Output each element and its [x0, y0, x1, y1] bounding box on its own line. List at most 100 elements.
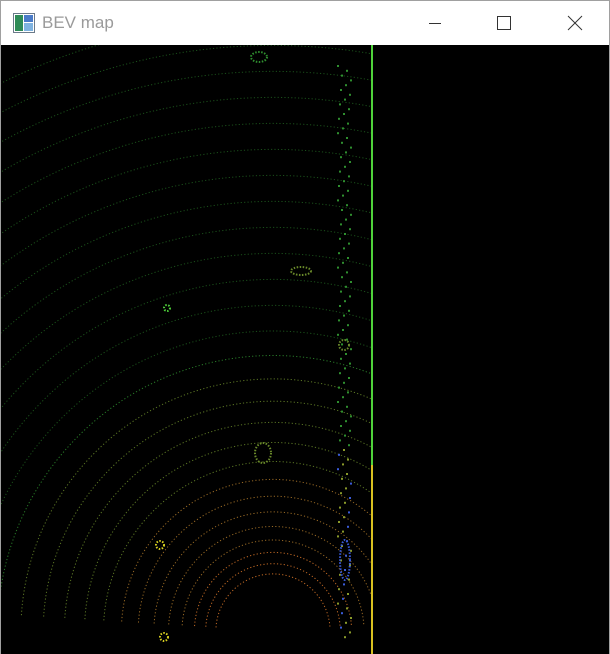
maximize-icon	[497, 16, 511, 30]
roadside-point	[338, 117, 340, 120]
roadside-point	[348, 444, 350, 447]
close-icon	[567, 15, 583, 31]
roadside-point	[343, 314, 345, 317]
roadside-point	[350, 213, 352, 216]
roadside-point	[346, 271, 348, 274]
roadside-point	[344, 501, 346, 504]
roadside-point	[349, 295, 351, 298]
roadside-point	[344, 98, 346, 101]
roadside-point	[348, 175, 350, 178]
roadside-point	[343, 381, 345, 384]
roadside-point	[345, 554, 347, 557]
roadside-point	[347, 525, 349, 528]
roadside-point	[346, 473, 348, 475]
point-cloud-view	[1, 45, 609, 654]
roadside-point	[344, 367, 346, 370]
roadside-point	[349, 93, 351, 96]
roadside-point	[342, 261, 344, 264]
roadside-point	[348, 578, 350, 581]
roadside-point	[340, 492, 342, 495]
close-button[interactable]	[552, 1, 598, 45]
roadside-point	[344, 165, 346, 168]
roadside-point	[338, 521, 340, 523]
roadside-point	[349, 429, 351, 432]
bev-map-window: BEV map	[0, 0, 610, 654]
roadside-point	[345, 353, 347, 355]
roadside-point	[341, 612, 343, 615]
roadside-point	[347, 257, 349, 259]
window-app-icon	[13, 13, 35, 33]
roadside-point	[347, 391, 349, 394]
roadside-point	[345, 218, 347, 221]
roadside-point	[339, 372, 341, 375]
roadside-point	[346, 204, 348, 207]
title-bar[interactable]: BEV map	[1, 1, 609, 45]
roadside-point	[350, 348, 352, 351]
roadside-point	[342, 597, 344, 600]
bev-map-canvas[interactable]	[1, 45, 609, 654]
roadside-point	[343, 583, 345, 586]
roadside-point	[341, 209, 343, 211]
detected-object	[338, 339, 350, 351]
roadside-point	[337, 602, 339, 605]
roadside-point	[341, 74, 343, 77]
detected-object	[250, 51, 268, 63]
roadside-point	[337, 266, 339, 269]
roadside-point	[338, 453, 340, 456]
detected-object	[290, 266, 312, 276]
roadside-point	[346, 69, 348, 72]
empty-region	[373, 45, 609, 654]
roadside-point	[345, 84, 347, 87]
roadside-point	[338, 252, 340, 255]
roadside-point	[339, 103, 341, 106]
roadside-point	[346, 405, 348, 408]
roadside-point	[340, 626, 342, 629]
roadside-point	[339, 439, 341, 442]
roadside-point	[341, 276, 343, 279]
roadside-point	[342, 463, 344, 466]
roadside-point	[337, 65, 339, 67]
detected-object	[159, 632, 169, 642]
roadside-point	[349, 631, 351, 634]
roadside-point	[341, 343, 343, 346]
roadside-point	[337, 468, 339, 471]
roadside-point	[344, 233, 346, 235]
roadside-point	[342, 530, 344, 533]
roadside-point	[338, 588, 340, 591]
roadside-point	[339, 237, 341, 240]
roadside-point	[348, 309, 350, 312]
ego-vehicle-blind-spot	[218, 576, 328, 654]
roadside-point	[343, 516, 345, 519]
roadside-point	[338, 185, 340, 187]
detected-object	[163, 304, 171, 312]
roadside-point	[340, 425, 342, 427]
roadside-point	[340, 89, 342, 91]
maximize-button[interactable]	[481, 1, 527, 45]
roadside-point	[347, 122, 349, 125]
roadside-point	[346, 607, 348, 610]
roadside-point	[340, 357, 342, 360]
roadside-point	[345, 151, 347, 154]
roadside-point	[337, 132, 339, 135]
roadside-point	[339, 305, 341, 307]
detected-object	[155, 540, 165, 550]
roadside-point	[342, 127, 344, 130]
roadside-point	[348, 377, 350, 379]
roadside-point	[345, 621, 347, 624]
minimize-icon	[429, 23, 441, 24]
roadside-point	[341, 410, 343, 413]
roadside-point	[349, 228, 351, 231]
roadside-point	[349, 161, 351, 163]
roadside-point	[347, 593, 349, 595]
roadside-point	[344, 569, 346, 571]
roadside-point	[345, 420, 347, 423]
roadside-point	[348, 108, 350, 111]
roadside-point	[340, 156, 342, 159]
minimize-button[interactable]	[412, 1, 458, 45]
roadside-point	[337, 199, 339, 202]
roadside-point	[339, 170, 341, 173]
window-title: BEV map	[42, 13, 114, 32]
roadside-point	[350, 617, 352, 619]
roadside-point	[348, 511, 350, 514]
roadside-point	[340, 290, 342, 293]
